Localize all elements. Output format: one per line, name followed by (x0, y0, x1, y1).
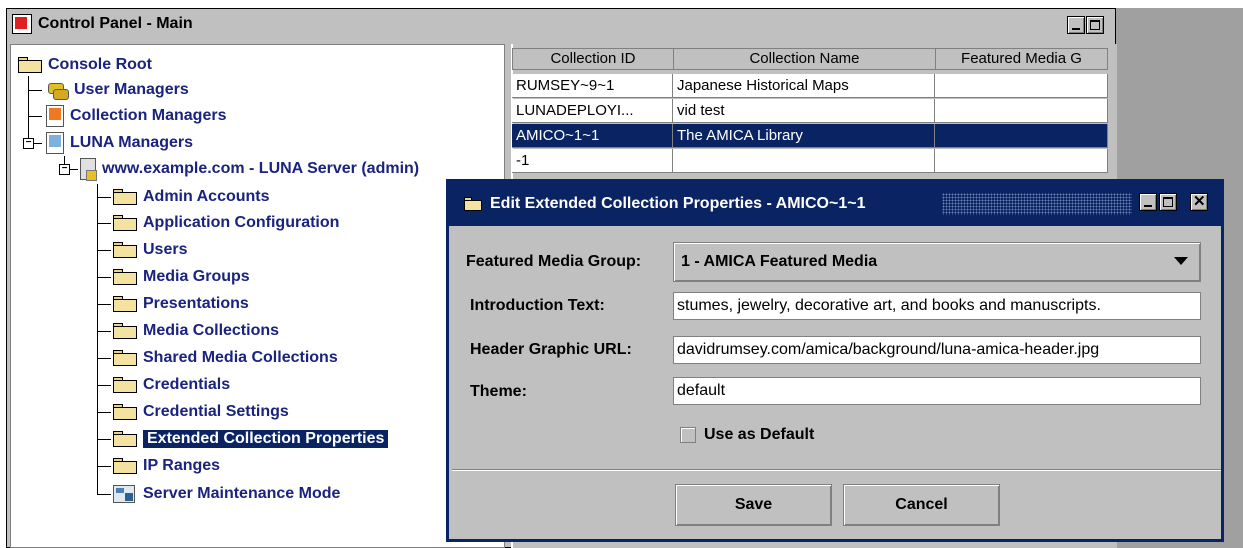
folder-icon (113, 269, 137, 285)
tree-item-label: www.example.com - LUNA Server (admin) (102, 160, 420, 177)
folder-icon (113, 458, 137, 474)
save-button[interactable]: Save (675, 484, 832, 526)
introduction-text-field[interactable]: stumes, jewelry, decorative art, and boo… (673, 292, 1201, 320)
app-icon (12, 14, 32, 34)
column-header-featured-media[interactable]: Featured Media G (935, 48, 1108, 70)
tree-item-user-managers[interactable]: User Managers (46, 78, 189, 102)
cell-collection-name (673, 149, 935, 173)
theme-field[interactable]: default (673, 377, 1201, 405)
cell-featured-media (935, 124, 1108, 148)
folder-icon (113, 350, 137, 366)
cell-featured-media (935, 99, 1108, 123)
table-row[interactable]: -1 (512, 149, 1108, 173)
tree-item-label: Collection Managers (70, 107, 227, 124)
column-header-collection-id[interactable]: Collection ID (512, 48, 674, 70)
tree-item-luna-managers[interactable]: LUNA Managers (46, 131, 193, 155)
tree-item-extended-collection-properties[interactable]: Extended Collection Properties (113, 427, 389, 451)
header-graphic-url-label: Header Graphic URL: (470, 341, 632, 358)
folder-icon (18, 57, 42, 73)
server-icon (80, 158, 97, 181)
minimize-icon[interactable] (1139, 193, 1157, 211)
folder-icon (113, 189, 137, 205)
tree-item-application-configuration[interactable]: Application Configuration (113, 211, 339, 235)
tree-item-credentials[interactable]: Credentials (113, 373, 230, 397)
dialog-divider-highlight (452, 470, 1221, 471)
dialog-title: Edit Extended Collection Properties - AM… (490, 195, 866, 212)
tree-item-label: Media Collections (143, 322, 280, 339)
tree-item-presentations[interactable]: Presentations (113, 292, 249, 316)
tree-item-console-root[interactable]: Console Root (18, 53, 152, 77)
cell-featured-media (935, 149, 1108, 173)
collapse-icon[interactable]: − (23, 138, 34, 149)
cell-collection-id: AMICO~1~1 (512, 124, 673, 148)
tree-item-label: Credentials (143, 376, 231, 393)
tree-item-label: IP Ranges (143, 457, 221, 474)
tree-item-label: Credential Settings (143, 403, 289, 420)
tree-item-luna-server[interactable]: www.example.com - LUNA Server (admin) (80, 157, 419, 181)
cell-collection-id: RUMSEY~9~1 (512, 74, 673, 98)
featured-media-group-value: 1 - AMICA Featured Media (681, 253, 878, 270)
folder-icon (113, 431, 137, 447)
tree-item-label: Admin Accounts (143, 188, 270, 205)
tree-item-label: Server Maintenance Mode (143, 485, 341, 502)
tree-item-label: Application Configuration (143, 214, 340, 231)
featured-media-group-label: Featured Media Group: (466, 253, 642, 270)
luna-manager-icon (46, 132, 64, 154)
maximize-icon[interactable] (1086, 16, 1104, 34)
folder-icon (464, 197, 482, 211)
tree-item-server-maintenance-mode[interactable]: Server Maintenance Mode (113, 482, 340, 506)
cell-featured-media (935, 74, 1108, 98)
cancel-button[interactable]: Cancel (843, 484, 1000, 526)
folder-icon (113, 404, 137, 420)
tree-item-credential-settings[interactable]: Credential Settings (113, 400, 289, 424)
tree-item-label: Console Root (48, 56, 152, 73)
collection-manager-icon (46, 105, 64, 127)
cell-collection-name: The AMICA Library (673, 124, 935, 148)
cell-collection-name: Japanese Historical Maps (673, 74, 935, 98)
introduction-text-label: Introduction Text: (470, 297, 605, 314)
cell-collection-id: -1 (512, 149, 673, 173)
table-row-selected[interactable]: AMICO~1~1 The AMICA Library (512, 124, 1108, 148)
use-as-default-checkbox[interactable] (680, 427, 696, 443)
folder-icon (113, 215, 137, 231)
table-row[interactable]: RUMSEY~9~1 Japanese Historical Maps (512, 74, 1108, 98)
folder-icon (113, 296, 137, 312)
tree-item-label: Media Groups (143, 268, 250, 285)
main-window-title: Control Panel - Main (38, 15, 199, 33)
use-as-default-label: Use as Default (704, 426, 815, 443)
tree-item-shared-media-collections[interactable]: Shared Media Collections (113, 346, 338, 370)
tree-item-users[interactable]: Users (113, 238, 187, 262)
folder-icon (113, 242, 137, 258)
tree-item-ip-ranges[interactable]: IP Ranges (113, 454, 220, 478)
theme-label: Theme: (470, 383, 527, 400)
dialog-title-pattern (942, 193, 1132, 215)
cell-collection-name: vid test (673, 99, 935, 123)
tree-item-collection-managers[interactable]: Collection Managers (46, 104, 226, 128)
folder-icon (113, 323, 137, 339)
tree-item-media-collections[interactable]: Media Collections (113, 319, 279, 343)
table-row[interactable]: LUNADEPLOYI... vid test (512, 99, 1108, 123)
column-header-collection-name[interactable]: Collection Name (673, 48, 936, 70)
tree-item-media-groups[interactable]: Media Groups (113, 265, 250, 289)
tree-item-label: User Managers (74, 81, 189, 98)
tree-item-label: Shared Media Collections (143, 349, 338, 366)
users-icon (46, 81, 69, 100)
chevron-down-icon (1174, 257, 1188, 265)
cell-collection-id: LUNADEPLOYI... (512, 99, 673, 123)
folder-icon (113, 377, 137, 393)
maintenance-icon (113, 485, 135, 503)
tree-item-label: Users (143, 241, 188, 258)
header-graphic-url-field[interactable]: davidrumsey.com/amica/background/luna-am… (673, 336, 1201, 364)
minimize-icon[interactable] (1067, 16, 1085, 34)
maximize-icon[interactable] (1159, 193, 1177, 211)
featured-media-group-select[interactable]: 1 - AMICA Featured Media (673, 242, 1201, 282)
tree-item-label: Presentations (143, 295, 249, 312)
close-icon[interactable]: ✕ (1190, 193, 1208, 211)
tree-item-label: LUNA Managers (70, 134, 193, 151)
tree-item-admin-accounts[interactable]: Admin Accounts (113, 185, 270, 209)
tree-item-label: Extended Collection Properties (143, 430, 389, 448)
collapse-icon[interactable]: − (59, 164, 70, 175)
